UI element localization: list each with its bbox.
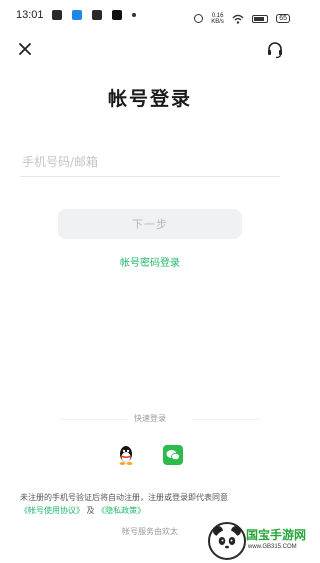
- wechat-icon: [166, 450, 180, 461]
- wechat-login-button[interactable]: [163, 445, 183, 465]
- more-notifications-dot-icon: [132, 13, 137, 17]
- headset-icon: [268, 42, 282, 59]
- terms-link[interactable]: 《帐号使用协议》: [20, 506, 84, 515]
- watermark: 国宝手游网 www.GB315.COM: [208, 520, 306, 563]
- close-icon: [19, 43, 31, 55]
- account-input[interactable]: [20, 148, 280, 177]
- customer-service-button[interactable]: [264, 38, 286, 60]
- agreement-and: 及: [86, 506, 95, 515]
- network-speed: 0.16 KB/s: [211, 13, 224, 25]
- close-button[interactable]: [14, 38, 36, 60]
- watermark-title: 国宝手游网: [246, 528, 307, 542]
- wifi-icon: [232, 14, 244, 24]
- battery-level: 65: [276, 14, 290, 23]
- status-bar: 13:01 0.16 KB/s 65: [0, 0, 300, 30]
- status-time: 13:01: [16, 9, 44, 21]
- next-button[interactable]: 下一步: [58, 209, 242, 239]
- notification-app-icon: [72, 10, 83, 20]
- password-login-link[interactable]: 帐号密码登录: [0, 254, 300, 269]
- status-right: 0.16 KB/s 65: [191, 8, 290, 25]
- watermark-url: www.GB315.COM: [248, 544, 297, 550]
- qq-login-button[interactable]: [116, 444, 136, 466]
- notification-app-icon: [92, 10, 103, 20]
- qq-icon: [119, 446, 133, 465]
- battery-icon: [252, 14, 269, 23]
- agreement-text: 未注册的手机号验证后将自动注册，注册或登录即代表同意 《帐号使用协议》 及 《隐…: [20, 491, 282, 517]
- notification-app-icon: [52, 10, 62, 20]
- panda-logo-icon: [208, 522, 246, 560]
- alarm-icon: [194, 14, 204, 23]
- page-title: 帐号登录: [107, 88, 192, 110]
- divider: [192, 419, 260, 420]
- agreement-prefix: 未注册的手机号验证后将自动注册，注册或登录即代表同意: [20, 493, 228, 502]
- network-speed-unit: KB/s: [211, 18, 224, 25]
- tiktok-icon: [112, 10, 123, 20]
- privacy-link[interactable]: 《隐私政策》: [97, 506, 145, 515]
- notification-icons: [52, 10, 141, 22]
